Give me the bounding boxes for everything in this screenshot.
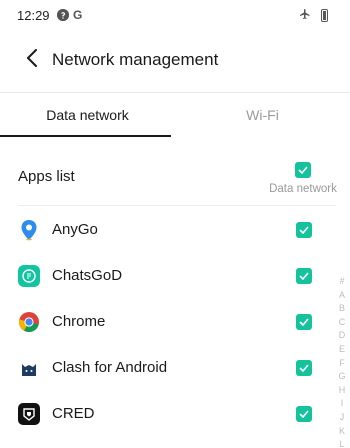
checkmark-icon bbox=[299, 359, 309, 377]
status-left-icons: G bbox=[57, 8, 82, 22]
apps-list-header: Apps list Data network bbox=[0, 158, 350, 202]
app-checkbox[interactable] bbox=[296, 268, 312, 284]
tab-wifi[interactable]: Wi-Fi bbox=[175, 93, 350, 137]
alpha-index-letter[interactable]: D bbox=[339, 329, 346, 343]
notification-dot-icon bbox=[57, 9, 69, 21]
app-name: CRED bbox=[52, 405, 95, 422]
chatsgod-icon bbox=[18, 265, 40, 287]
active-tab-indicator bbox=[0, 135, 171, 137]
alpha-index-letter[interactable]: H bbox=[339, 384, 346, 398]
back-button[interactable] bbox=[20, 48, 44, 72]
alpha-index-letter[interactable]: I bbox=[341, 397, 344, 411]
battery-icon bbox=[321, 9, 328, 22]
status-right-icons bbox=[299, 8, 328, 23]
checkmark-icon bbox=[299, 313, 309, 331]
apps-list-label: Apps list bbox=[18, 168, 75, 185]
chrome-icon bbox=[18, 311, 40, 333]
app-name: Clash for Android bbox=[52, 359, 168, 376]
tab-data-network[interactable]: Data network bbox=[0, 93, 175, 137]
app-checkbox[interactable] bbox=[296, 360, 312, 376]
airplane-mode-icon bbox=[299, 8, 311, 23]
alpha-index-letter[interactable]: F bbox=[339, 357, 345, 371]
cred-icon bbox=[18, 403, 40, 425]
anygo-location-pin-icon bbox=[18, 219, 40, 241]
alpha-index-letter[interactable]: L bbox=[339, 438, 344, 448]
checkmark-icon bbox=[299, 221, 309, 239]
alpha-index-letter[interactable]: E bbox=[339, 343, 345, 357]
select-all-checkbox[interactable] bbox=[295, 162, 311, 178]
clash-cat-icon bbox=[18, 357, 40, 379]
status-bar: 12:29 G bbox=[0, 0, 350, 32]
list-item[interactable]: Clash for Android bbox=[0, 346, 350, 392]
alpha-index-letter[interactable]: # bbox=[339, 275, 344, 289]
tab-bar: Data network Wi-Fi bbox=[0, 93, 350, 137]
app-checkbox[interactable] bbox=[296, 222, 312, 238]
status-time: 12:29 bbox=[17, 8, 50, 23]
app-list: AnyGo ChatsGoD Chrome Clash for Android … bbox=[0, 208, 350, 438]
list-divider bbox=[18, 205, 336, 206]
list-item[interactable]: CRED bbox=[0, 392, 350, 438]
select-all-column: Data network bbox=[268, 162, 338, 195]
app-name: AnyGo bbox=[52, 221, 98, 238]
alpha-index-letter[interactable]: C bbox=[339, 316, 346, 330]
alpha-index-letter[interactable]: K bbox=[339, 425, 345, 439]
app-name: ChatsGoD bbox=[52, 267, 123, 284]
app-name: Chrome bbox=[52, 313, 106, 330]
page-title: Network management bbox=[52, 50, 219, 69]
app-checkbox[interactable] bbox=[296, 314, 312, 330]
alphabet-index[interactable]: # A B C D E F G H I J K L bbox=[337, 275, 347, 448]
list-item[interactable]: Chrome bbox=[0, 300, 350, 346]
column-caption: Data network bbox=[269, 183, 337, 195]
chevron-left-icon bbox=[25, 48, 39, 72]
alpha-index-letter[interactable]: B bbox=[339, 302, 345, 316]
alpha-index-letter[interactable]: J bbox=[340, 411, 345, 425]
google-g-icon: G bbox=[73, 8, 83, 22]
alpha-index-letter[interactable]: G bbox=[338, 370, 345, 384]
checkmark-icon bbox=[299, 267, 309, 285]
alpha-index-letter[interactable]: A bbox=[339, 289, 345, 303]
checkmark-icon bbox=[298, 161, 308, 179]
checkmark-icon bbox=[299, 405, 309, 423]
list-item[interactable]: ChatsGoD bbox=[0, 254, 350, 300]
header: Network management bbox=[0, 38, 350, 82]
app-checkbox[interactable] bbox=[296, 406, 312, 422]
list-item[interactable]: AnyGo bbox=[0, 208, 350, 254]
